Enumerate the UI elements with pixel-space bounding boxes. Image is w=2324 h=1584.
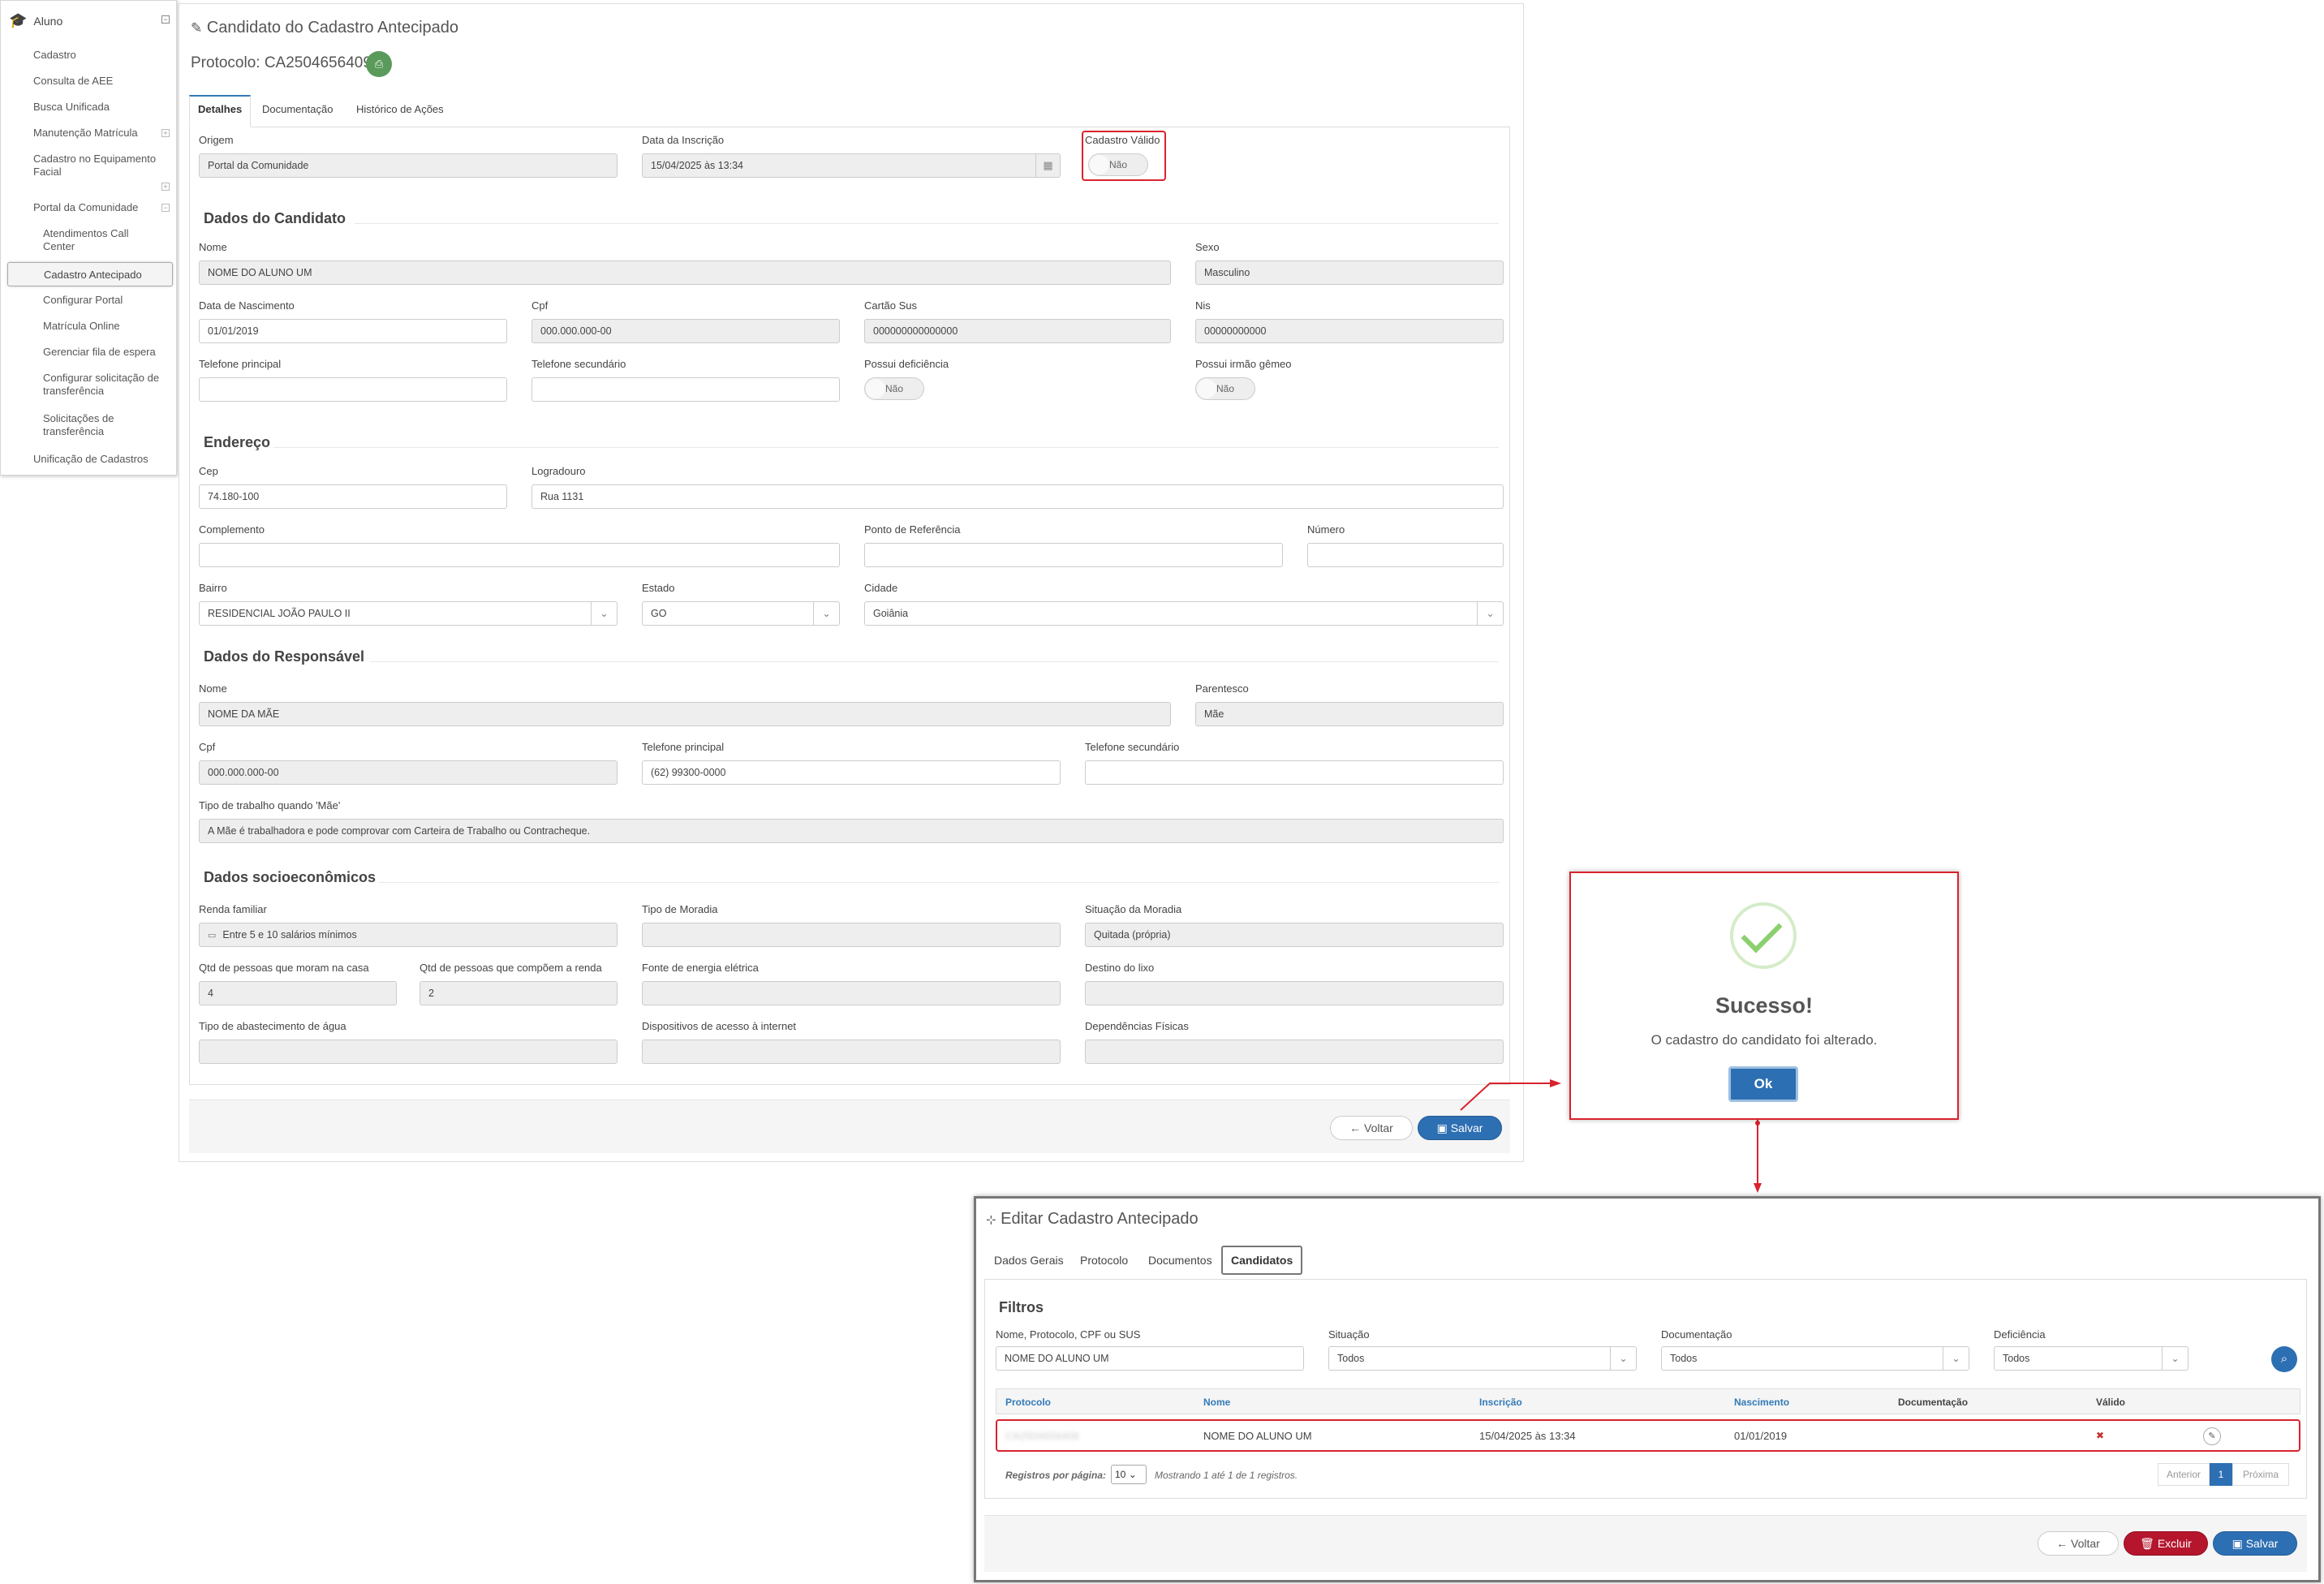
arrow-head xyxy=(1550,1079,1561,1087)
excluir-button[interactable]: 🗑 Excluir xyxy=(2124,1531,2208,1556)
save-icon: ▣ xyxy=(2231,1537,2243,1550)
documentacao-label: Documentação xyxy=(1661,1328,1732,1341)
deficiencia-filter-label: Deficiência xyxy=(1994,1328,2046,1341)
edit-icon[interactable]: ✎ xyxy=(2203,1427,2221,1445)
documentacao-select[interactable]: Todos ⌄ xyxy=(1661,1346,1969,1371)
row-nascimento: 01/01/2019 xyxy=(1734,1430,1788,1442)
chevron-down-icon: ⌄ xyxy=(1128,1469,1137,1480)
col-protocolo[interactable]: Protocolo xyxy=(1005,1397,1051,1408)
panel-voltar-button[interactable]: ← Voltar xyxy=(2038,1531,2119,1556)
anterior-button[interactable]: Anterior xyxy=(2158,1463,2210,1486)
page-size-select[interactable]: 10 ⌄ xyxy=(1111,1465,1147,1484)
arrow-left-icon: ← xyxy=(2056,1537,2068,1550)
modal-title: Sucesso! xyxy=(1715,993,1814,1018)
sitemap-icon: ⊹ xyxy=(986,1213,996,1227)
col-inscricao[interactable]: Inscrição xyxy=(1479,1397,1522,1408)
row-inscricao: 15/04/2025 às 13:34 xyxy=(1479,1430,1576,1442)
modal-message: O cadastro do candidato foi alterado. xyxy=(1650,1032,1878,1048)
arrow-to-modal xyxy=(1460,1083,1550,1111)
col-valido: Válido xyxy=(2096,1397,2126,1408)
chevron-down-icon[interactable]: ⌄ xyxy=(1610,1347,1636,1370)
row-protocolo-blurred: CA2504656409 xyxy=(1005,1430,1079,1442)
tab-documentos[interactable]: Documentos xyxy=(1140,1247,1220,1273)
chevron-down-icon[interactable]: ⌄ xyxy=(1943,1347,1969,1370)
col-nascimento[interactable]: Nascimento xyxy=(1734,1397,1789,1408)
ok-button[interactable]: Ok xyxy=(1728,1066,1798,1102)
tab-protocolo[interactable]: Protocolo xyxy=(1072,1247,1136,1273)
registros-label: Registros por página: xyxy=(1005,1470,1107,1481)
table-row[interactable] xyxy=(996,1419,2300,1452)
arrow-dot xyxy=(1755,1121,1760,1126)
row-nome: NOME DO ALUNO UM xyxy=(1203,1430,1312,1442)
tab-dados-gerais[interactable]: Dados Gerais xyxy=(986,1247,1072,1273)
busca-input[interactable]: NOME DO ALUNO UM xyxy=(996,1346,1304,1371)
tab-candidatos[interactable]: Candidatos xyxy=(1221,1246,1303,1275)
situacao-select[interactable]: Todos ⌄ xyxy=(1328,1346,1637,1371)
deficiencia-select[interactable]: Todos ⌄ xyxy=(1994,1346,2188,1371)
filtros-title: Filtros xyxy=(999,1299,1044,1315)
panel-salvar-button[interactable]: ▣ Salvar xyxy=(2213,1531,2297,1556)
chevron-down-icon[interactable]: ⌄ xyxy=(2162,1347,2188,1370)
situacao-label: Situação xyxy=(1328,1328,1370,1341)
success-check-icon xyxy=(1730,902,1797,969)
page-1-button[interactable]: 1 xyxy=(2210,1463,2232,1486)
search-icon[interactable]: ⌕ xyxy=(2271,1346,2297,1372)
proxima-button[interactable]: Próxima xyxy=(2232,1463,2289,1486)
col-documentacao: Documentação xyxy=(1898,1397,1969,1408)
mostrando-label: Mostrando 1 até 1 de 1 registros. xyxy=(1155,1470,1298,1481)
invalid-x-icon: ✖ xyxy=(2096,1430,2105,1441)
edit-cadastro-panel: ⊹ Editar Cadastro Antecipado Dados Gerai… xyxy=(974,1196,2321,1582)
trash-icon: 🗑 xyxy=(2140,1537,2154,1550)
arrow-head xyxy=(1754,1183,1762,1193)
col-nome[interactable]: Nome xyxy=(1203,1397,1230,1408)
panel-title: ⊹ Editar Cadastro Antecipado xyxy=(986,1210,1199,1228)
busca-label: Nome, Protocolo, CPF ou SUS xyxy=(996,1328,1141,1341)
success-modal: Sucesso! O cadastro do candidato foi alt… xyxy=(1569,872,1959,1120)
